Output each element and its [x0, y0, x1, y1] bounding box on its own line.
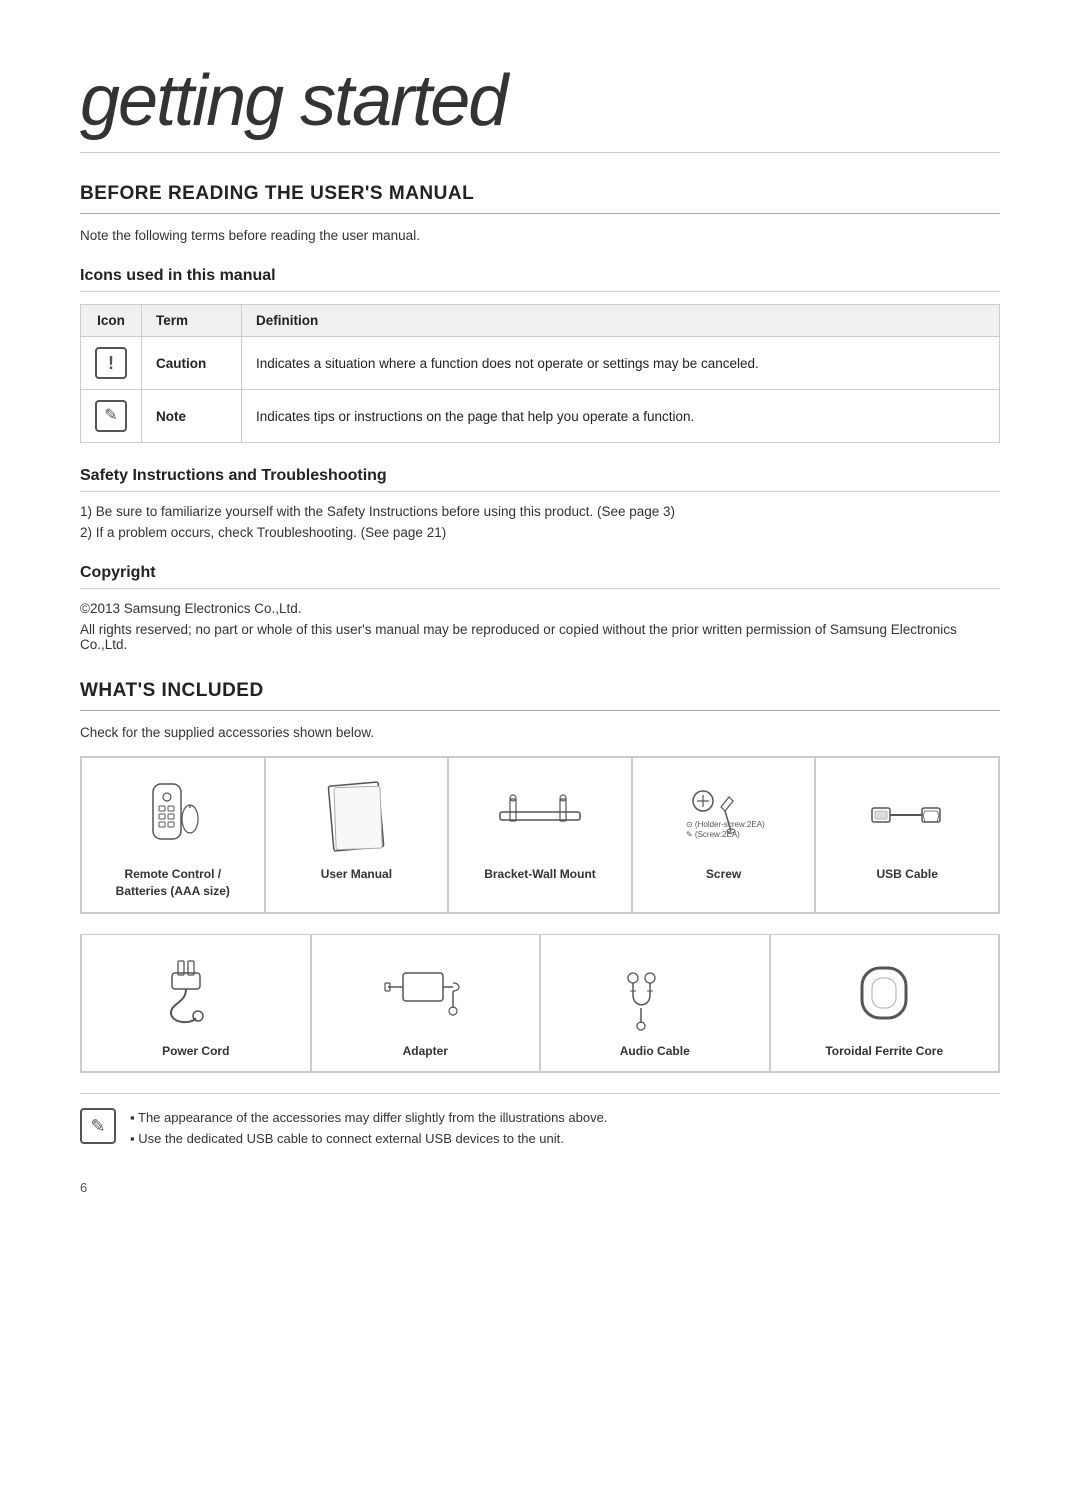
power-cord-icon: [156, 953, 236, 1033]
table-header-term: Term: [142, 305, 242, 337]
accessories-row2: Power Cord Adapter: [80, 934, 1000, 1074]
accessory-adapter: Adapter: [311, 934, 541, 1073]
safety-list: 1) Be sure to familiarize yourself with …: [80, 504, 1000, 540]
power-cord-image: [90, 953, 302, 1033]
table-header-definition: Definition: [242, 305, 1000, 337]
page-title: getting started: [80, 60, 1000, 153]
before-reading-title: BEFORE READING THE USER'S MANUAL: [80, 183, 1000, 214]
list-item: 2) If a problem occurs, check Troublesho…: [80, 525, 1000, 540]
usb-cable-label: USB Cable: [877, 866, 938, 883]
before-reading-note: Note the following terms before reading …: [80, 228, 1000, 243]
note-block-text: The appearance of the accessories may di…: [130, 1108, 607, 1150]
note-term: Note: [142, 390, 242, 443]
list-item: 1) Be sure to familiarize yourself with …: [80, 504, 1000, 519]
caution-definition: Indicates a situation where a function d…: [242, 337, 1000, 390]
accessory-remote-control: Remote Control /Batteries (AAA size): [81, 757, 265, 913]
ferrite-core-image: [779, 953, 991, 1033]
accessory-user-manual: User Manual: [265, 757, 449, 913]
note-definition: Indicates tips or instructions on the pa…: [242, 390, 1000, 443]
audio-cable-label: Audio Cable: [620, 1043, 690, 1060]
note-item-2: Use the dedicated USB cable to connect e…: [130, 1129, 607, 1150]
accessory-usb-cable: USB Cable: [815, 757, 999, 913]
caution-icon-cell: !: [81, 337, 142, 390]
caution-term: Caution: [142, 337, 242, 390]
whats-included-section: WHAT'S INCLUDED Check for the supplied a…: [80, 680, 1000, 1150]
accessory-power-cord: Power Cord: [81, 934, 311, 1073]
remote-control-image: [90, 776, 256, 856]
note-block: ✎ The appearance of the accessories may …: [80, 1093, 1000, 1150]
screw-image: ⊙ (Holder-screw:2EA) ✎ (Screw:2EA): [641, 776, 807, 856]
accessory-audio-cable: Audio Cable: [540, 934, 770, 1073]
screw-icon: ⊙ (Holder-screw:2EA) ✎ (Screw:2EA): [681, 779, 766, 854]
whats-included-title: WHAT'S INCLUDED: [80, 680, 1000, 711]
copyright-section: Copyright ©2013 Samsung Electronics Co.,…: [80, 564, 1000, 652]
svg-text:✎ (Screw:2EA): ✎ (Screw:2EA): [686, 830, 740, 839]
ferrite-core-icon: [844, 953, 924, 1033]
table-header-icon: Icon: [81, 305, 142, 337]
audio-cable-icon: [615, 953, 695, 1033]
audio-cable-image: [549, 953, 761, 1033]
adapter-image: [320, 953, 532, 1033]
note-icon: ✎: [95, 400, 127, 432]
safety-section: Safety Instructions and Troubleshooting …: [80, 467, 1000, 540]
icons-section: Icons used in this manual Icon Term Defi…: [80, 267, 1000, 443]
accessories-row1: Remote Control /Batteries (AAA size) Use…: [80, 756, 1000, 914]
adapter-label: Adapter: [403, 1043, 448, 1060]
whats-included-intro: Check for the supplied accessories shown…: [80, 725, 1000, 740]
svg-text:⊙ (Holder-screw:2EA): ⊙ (Holder-screw:2EA): [686, 820, 765, 829]
copyright-year: ©2013 Samsung Electronics Co.,Ltd.: [80, 601, 1000, 616]
copyright-body: All rights reserved; no part or whole of…: [80, 622, 1000, 652]
accessory-screw: ⊙ (Holder-screw:2EA) ✎ (Screw:2EA) Screw: [632, 757, 816, 913]
user-manual-icon: [321, 779, 391, 854]
ferrite-core-label: Toroidal Ferrite Core: [825, 1043, 943, 1060]
usb-cable-image: [824, 776, 990, 856]
power-cord-label: Power Cord: [162, 1043, 229, 1060]
note-item-1: The appearance of the accessories may di…: [130, 1108, 607, 1129]
bracket-label: Bracket-Wall Mount: [484, 866, 596, 883]
user-manual-image: [274, 776, 440, 856]
caution-icon: !: [95, 347, 127, 379]
icons-section-title: Icons used in this manual: [80, 267, 1000, 292]
accessory-bracket: Bracket-Wall Mount: [448, 757, 632, 913]
bracket-icon: [495, 779, 585, 854]
safety-title: Safety Instructions and Troubleshooting: [80, 467, 1000, 492]
adapter-icon: [383, 953, 468, 1033]
page-number: 6: [80, 1180, 1000, 1195]
before-reading-section: BEFORE READING THE USER'S MANUAL Note th…: [80, 183, 1000, 652]
copyright-title: Copyright: [80, 564, 1000, 589]
remote-control-icon: [133, 779, 213, 854]
table-row: ! Caution Indicates a situation where a …: [81, 337, 1000, 390]
usb-cable-icon: [867, 786, 947, 846]
bracket-image: [457, 776, 623, 856]
note-block-icon: ✎: [80, 1108, 116, 1144]
user-manual-label: User Manual: [321, 866, 392, 883]
note-icon-cell: ✎: [81, 390, 142, 443]
accessory-ferrite-core: Toroidal Ferrite Core: [770, 934, 1000, 1073]
icons-table: Icon Term Definition ! Caution Indicates…: [80, 304, 1000, 443]
screw-label: Screw: [706, 866, 741, 883]
remote-control-label: Remote Control /Batteries (AAA size): [116, 866, 230, 900]
table-row: ✎ Note Indicates tips or instructions on…: [81, 390, 1000, 443]
